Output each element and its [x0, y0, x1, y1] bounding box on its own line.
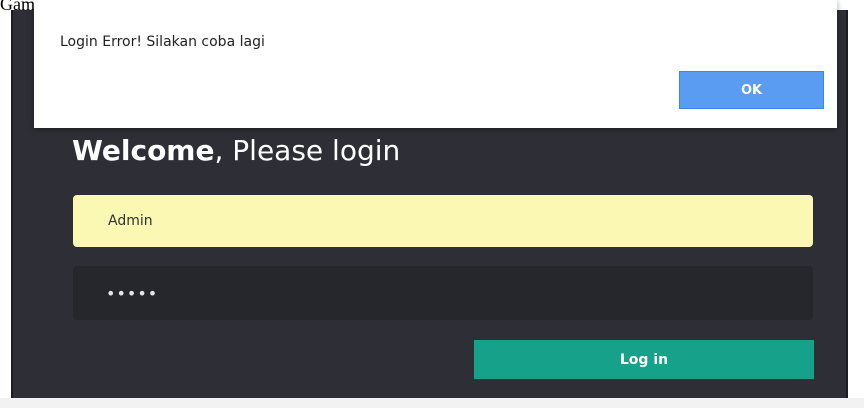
username-input[interactable]: Admin: [73, 195, 813, 247]
username-value: Admin: [108, 213, 153, 229]
password-mask: •••••: [106, 283, 159, 303]
welcome-bold-text: Welcome: [72, 134, 215, 167]
ok-button[interactable]: OK: [679, 71, 824, 109]
welcome-rest-text: , Please login: [214, 134, 401, 167]
alert-message: Login Error! Silakan coba lagi: [60, 34, 265, 50]
login-button[interactable]: Log in: [474, 340, 814, 379]
screen: Gambar Welcome, Please login Admin •••••…: [0, 0, 864, 408]
password-input[interactable]: •••••: [73, 266, 813, 320]
welcome-heading: Welcome, Please login: [72, 134, 400, 167]
bottom-strip: [0, 398, 864, 408]
alert-dialog: Login Error! Silakan coba lagi OK: [34, 0, 837, 128]
